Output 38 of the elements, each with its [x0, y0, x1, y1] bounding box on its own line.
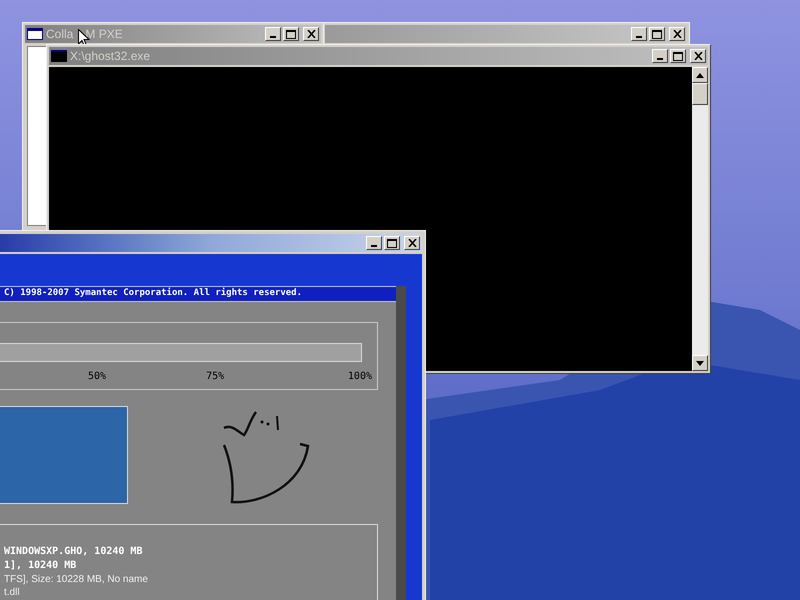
window-title: Colla: [46, 26, 74, 43]
close-button[interactable]: [303, 27, 319, 41]
close-button[interactable]: [690, 49, 706, 63]
close-icon: [306, 30, 316, 38]
minimize-button[interactable]: [652, 49, 668, 63]
scroll-thumb[interactable]: [692, 83, 708, 105]
maximize-button[interactable]: [384, 236, 400, 250]
up-arrow-icon: [696, 72, 704, 78]
close-button[interactable]: [404, 236, 420, 250]
detail-line: WINDOWSXP.GHO, 10240 MB: [3, 545, 144, 559]
scroll-up-button[interactable]: [692, 67, 708, 83]
minimize-button[interactable]: [265, 27, 281, 41]
progress-tick-label: 50%: [88, 370, 106, 384]
maximize-icon: [387, 238, 397, 248]
maximize-button[interactable]: [283, 27, 299, 41]
console-icon: [51, 50, 67, 62]
copyright-notice: C) 1998-2007 Symantec Corporation. All rights reserved.: [3, 287, 302, 300]
window-title: M PXE: [85, 26, 123, 43]
close-button[interactable]: [669, 27, 685, 41]
maximize-icon: [673, 52, 683, 60]
minimize-button[interactable]: [366, 236, 382, 250]
close-icon: [672, 30, 682, 38]
detail-line: TFS], Size: 10228 MB, No name: [3, 573, 149, 586]
detail-line: t.dll: [3, 586, 21, 599]
detail-line: 1], 10240 MB: [3, 559, 78, 573]
maximize-icon: [286, 30, 296, 38]
minimize-button[interactable]: [631, 27, 647, 41]
scroll-down-button[interactable]: [692, 355, 708, 371]
maximize-icon: [652, 30, 662, 38]
down-arrow-icon: [696, 360, 704, 366]
progress-tick-label: 100%: [348, 370, 372, 384]
progress-tick-label: 75%: [206, 370, 224, 384]
window-title: X:\ghost32.exe: [70, 48, 150, 65]
maximize-button[interactable]: [649, 27, 665, 41]
maximize-button[interactable]: [670, 49, 686, 63]
close-icon: [694, 52, 702, 60]
window-icon: [27, 28, 43, 40]
close-icon: [408, 239, 416, 247]
